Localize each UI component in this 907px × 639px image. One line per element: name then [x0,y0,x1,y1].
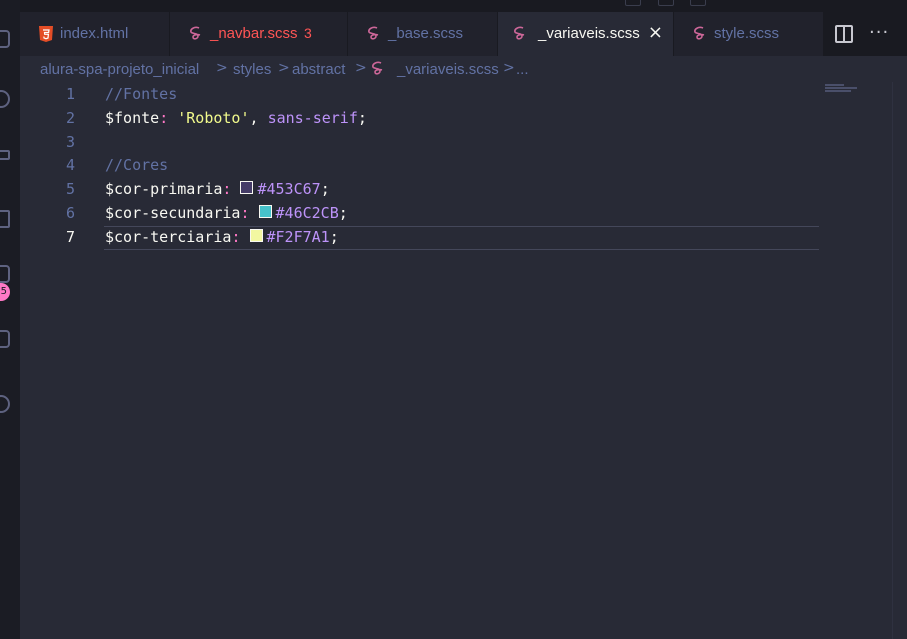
breadcrumb-item[interactable]: _variaveis.scss [397,61,499,78]
semicolon: ; [320,180,330,198]
breadcrumb: alura-spa-projeto_inicial > styles > abs… [20,56,907,82]
tab-label: _navbar.scss [210,25,298,42]
layout-icon[interactable] [690,0,706,6]
chevron-right-icon: > [503,60,515,76]
extensions-icon[interactable] [0,265,10,283]
color-swatch[interactable] [249,229,263,242]
title-bar [0,0,907,12]
tab-bar: index.html _navbar.scss 3 _base.scss _va… [20,12,907,56]
line-number: 5 [65,180,75,198]
hex-color: #46C2CB [275,204,339,222]
tab-label: _variaveis.scss [538,25,640,42]
color-swatch[interactable] [258,205,272,218]
color-swatch[interactable] [240,181,254,194]
tab-base-scss[interactable]: _base.scss [348,12,498,56]
variable: $cor-primaria [105,180,223,198]
sass-icon [372,61,383,75]
colon: : [240,204,250,222]
layout-icon[interactable] [625,0,641,6]
tab-index-html[interactable]: index.html [20,12,170,56]
hex-color: #F2F7A1 [266,228,330,246]
problems-count: 3 [304,25,312,41]
line-number: 1 [65,85,75,103]
keyword: sans-serif [267,109,358,127]
vertical-scrollbar[interactable] [892,82,907,639]
layout-icon[interactable] [658,0,674,6]
colon: : [231,228,241,246]
tab-variaveis-scss[interactable]: _variaveis.scss × [498,12,674,56]
chevron-right-icon: > [216,60,228,76]
remote-icon[interactable] [0,330,10,348]
run-debug-icon[interactable] [0,210,10,228]
colon: : [159,109,169,127]
semicolon: ; [357,109,367,127]
semicolon: ; [338,204,348,222]
semicolon: ; [329,228,339,246]
code-line: $cor-primaria: #453C67; [105,180,330,198]
more-actions-icon[interactable]: ··· [869,22,889,43]
line-number: 2 [65,109,75,127]
extensions-badge: 5 [0,283,10,301]
close-tab-icon[interactable]: × [648,22,663,44]
line-number: 3 [65,133,75,151]
colon: : [222,180,232,198]
variable: $fonte [105,109,160,127]
tab-navbar-scss[interactable]: _navbar.scss 3 [170,12,348,56]
line-number: 4 [65,156,75,174]
source-control-icon[interactable] [0,150,10,160]
explorer-icon[interactable] [0,30,10,48]
html5-icon [39,26,53,42]
activity-bar: 5 [0,0,20,639]
code-line: //Fontes [105,85,177,103]
breadcrumb-item[interactable]: styles [233,61,271,78]
comment: //Fontes [105,85,178,103]
code-line: $cor-terciaria: #F2F7A1; [105,228,339,246]
chevron-right-icon: > [355,60,367,76]
chevron-right-icon: > [278,60,290,76]
line-number: 6 [65,204,75,222]
tab-label: index.html [60,25,129,42]
tab-label: style.scss [714,25,780,42]
split-editor-icon[interactable] [835,25,853,43]
sass-icon [694,26,705,40]
code-line: $fonte: 'Roboto', sans-serif; [105,109,367,127]
breadcrumb-item[interactable]: abstract [292,61,345,78]
search-icon[interactable] [0,90,10,108]
sass-icon [514,26,525,40]
breadcrumb-item[interactable]: alura-spa-projeto_inicial [40,61,199,78]
minimap[interactable] [825,84,857,98]
tab-style-scss[interactable]: style.scss [674,12,824,56]
breadcrumb-item[interactable]: ... [516,61,529,78]
accounts-icon[interactable] [0,395,10,413]
hex-color: #453C67 [257,180,321,198]
variable: $cor-secundaria [105,204,241,222]
code-editor[interactable]: 1 2 3 4 5 6 7 //Fontes $fonte: 'Roboto',… [20,82,907,639]
editor-actions: ··· [827,12,907,56]
line-number: 7 [65,228,75,246]
string: 'Roboto' [177,109,250,127]
code-line: //Cores [105,156,168,174]
comma: , [249,109,259,127]
code-line: $cor-secundaria: #46C2CB; [105,204,348,222]
comment: //Cores [105,156,169,174]
variable: $cor-terciaria [105,228,232,246]
sass-icon [368,26,379,40]
tab-label: _base.scss [388,25,464,42]
sass-icon [190,26,201,40]
